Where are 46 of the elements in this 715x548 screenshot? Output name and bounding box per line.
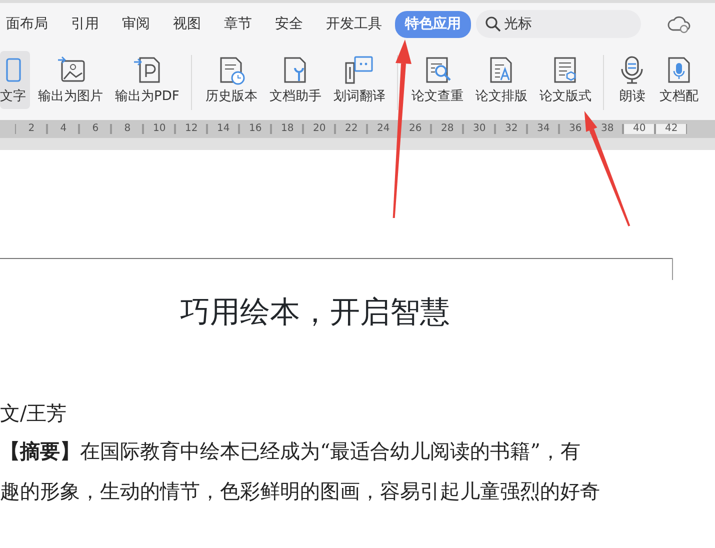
body-text-line: 趣的形象，生动的情节，色彩鲜明的图画，容易引起儿童强烈的好奇: [0, 478, 600, 505]
ruler-number: 16: [239, 124, 272, 134]
pdf-icon: [132, 55, 162, 85]
export-image-icon: [56, 55, 86, 85]
toolbar-button[interactable]: 论文查重: [407, 51, 468, 109]
toolbar-button[interactable]: 文字: [0, 51, 30, 109]
ruler-number: 32: [495, 124, 528, 134]
document-title: 巧用绘本，开启智慧: [179, 294, 451, 332]
ruler-number: 20: [303, 124, 336, 134]
ruler-number: 30: [463, 124, 496, 134]
author-line: 文/王芳: [0, 400, 67, 427]
ruler-number: 42: [655, 124, 688, 134]
toolbar-button[interactable]: 论文版式: [535, 51, 596, 109]
ruler-number: 2: [15, 124, 48, 134]
menu-tab[interactable]: 视图: [163, 10, 211, 38]
document-icon: [6, 55, 20, 85]
ruler-number: 40: [623, 124, 656, 134]
search-field[interactable]: 光标: [476, 10, 641, 38]
menu-tab[interactable]: 审阅: [112, 10, 160, 38]
toolbar-button[interactable]: 文档配: [655, 51, 702, 109]
menu-tab[interactable]: 开发工具: [316, 10, 392, 38]
body-text-line: 【摘要】在国际教育中绘本已经成为“最适合幼儿阅读的书籍”，有: [0, 438, 580, 465]
toolbar-button[interactable]: 文档助手: [265, 51, 326, 109]
ruler-number: 8: [111, 124, 144, 134]
ruler-number: 10: [143, 124, 176, 134]
ruler-number: 12: [175, 124, 208, 134]
ruler-number: 4: [47, 124, 80, 134]
ruler-number: 14: [207, 124, 240, 134]
toolbar-button[interactable]: 论文排版: [471, 51, 532, 109]
menu-tab[interactable]: 面布局: [0, 10, 58, 38]
ruler-number: 6: [79, 124, 112, 134]
search-icon: [485, 16, 501, 32]
toolbar-button[interactable]: 输出为PDF: [111, 51, 184, 109]
menu-tab[interactable]: 章节: [214, 10, 262, 38]
cloud-icon[interactable]: [667, 14, 691, 34]
toolbar-button[interactable]: 朗读: [613, 51, 652, 109]
ruler-number: 28: [431, 124, 464, 134]
menu-tab[interactable]: 引用: [61, 10, 109, 38]
ruler-number: 34: [527, 124, 560, 134]
toolbar-button[interactable]: 划词翻译: [329, 51, 390, 109]
ruler-number: 22: [335, 124, 368, 134]
translate-icon: [344, 55, 374, 85]
menu-tab[interactable]: 安全: [265, 10, 313, 38]
toolbar-button[interactable]: 输出为图片: [34, 51, 107, 109]
toolbar-button[interactable]: 历史版本: [201, 51, 262, 109]
ruler-number: 18: [271, 124, 304, 134]
